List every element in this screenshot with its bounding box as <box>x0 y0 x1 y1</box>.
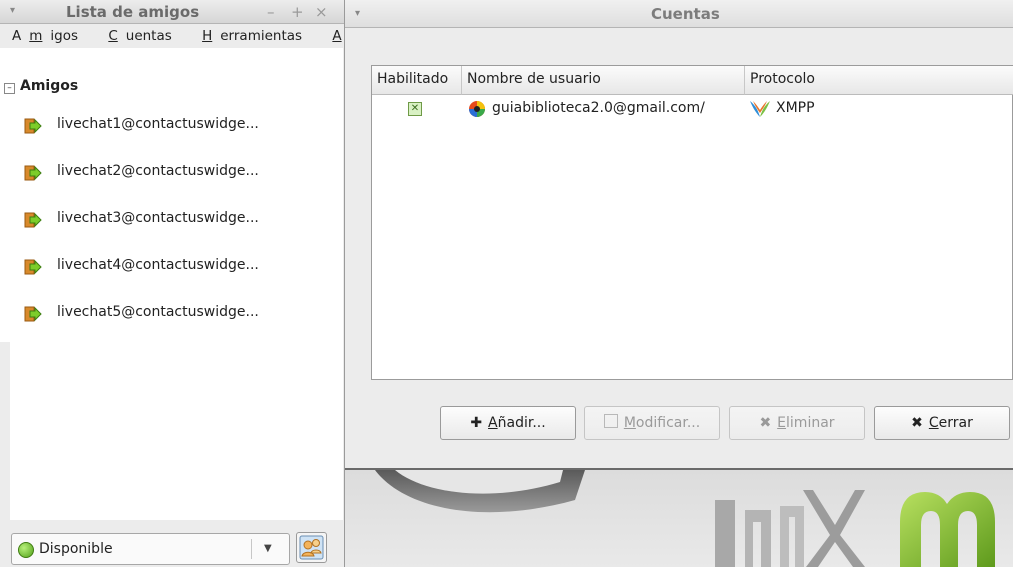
menu-label: uentas <box>125 28 172 44</box>
buddy-row[interactable]: livechat4@contactuswidge... <box>0 254 330 284</box>
column-header-username[interactable]: Nombre de usuario <box>462 66 745 95</box>
account-username: guiabiblioteca2.0@gmail.com/ <box>492 100 705 116</box>
buddy-row[interactable]: livechat2@contactuswidge... <box>0 160 330 190</box>
button-label: ñadir... <box>497 415 546 431</box>
maximize-icon[interactable]: + <box>291 3 304 21</box>
menu-cuentas[interactable]: Cuentas <box>90 24 179 44</box>
button-label: liminar <box>786 415 835 431</box>
dropdown-arrow-icon: ▼ <box>264 543 272 554</box>
button-mnemonic: A <box>488 415 498 431</box>
buddies-icon <box>299 535 324 560</box>
menu-label: erramientas <box>220 28 303 44</box>
menu-herramientas[interactable]: Herramientas <box>184 24 310 44</box>
window-menu-icon[interactable]: ▾ <box>355 8 360 19</box>
accounts-window: ▾ Cuentas Habilitado Nombre de usuario P… <box>345 0 1013 470</box>
close-window-icon[interactable]: × <box>315 3 328 21</box>
buddy-name: livechat4@contactuswidge... <box>57 257 259 273</box>
status-separator <box>251 539 252 559</box>
accounts-titlebar[interactable]: ▾ Cuentas <box>345 0 1013 28</box>
away-arrow-icon <box>24 306 42 322</box>
menu-label <box>188 38 198 40</box>
button-mnemonic: M <box>623 415 636 431</box>
column-header-protocolo[interactable]: Protocolo <box>745 66 1013 95</box>
account-status-icon <box>469 101 485 117</box>
minimize-icon[interactable]: – <box>267 3 275 21</box>
desktop-wallpaper <box>345 470 1013 567</box>
accounts-table[interactable]: Habilitado Nombre de usuario Protocolo ✕… <box>371 65 1013 380</box>
window-menu-icon[interactable]: ▾ <box>10 5 15 16</box>
away-arrow-icon <box>24 212 42 228</box>
buddy-menubar: Amigos Cuentas Herramientas Ayuda <box>0 24 344 46</box>
status-label: Disponible <box>39 541 113 557</box>
close-button[interactable]: ✖ Cerrar <box>874 406 1010 440</box>
buddy-list-empty-area[interactable] <box>10 342 343 520</box>
menu-mnemonic: H <box>202 28 213 44</box>
delete-icon: ✖ <box>759 415 772 431</box>
buddy-row[interactable]: livechat5@contactuswidge... <box>0 301 330 331</box>
buddy-name: livechat2@contactuswidge... <box>57 163 259 179</box>
away-arrow-icon <box>24 165 42 181</box>
column-header-habilitado[interactable]: Habilitado <box>372 66 462 95</box>
menu-mnemonic: A <box>332 28 342 44</box>
delete-button[interactable]: ✖ Eliminar <box>729 406 865 440</box>
add-button[interactable]: ✚ Añadir... <box>440 406 576 440</box>
modify-button[interactable]: Modificar... <box>584 406 720 440</box>
available-status-icon <box>18 542 34 558</box>
enabled-checkbox[interactable]: ✕ <box>408 102 422 116</box>
button-label: odificar... <box>635 415 701 431</box>
buddy-name: livechat1@contactuswidge... <box>57 116 259 132</box>
menu-label: A <box>12 28 22 44</box>
button-mnemonic: C <box>928 415 939 431</box>
buddy-list-window: ▾ Lista de amigos – + × Am igos Cuentas H… <box>0 0 345 567</box>
edit-icon <box>603 414 618 428</box>
status-selector[interactable]: Disponible ▼ <box>11 533 290 565</box>
button-label: errar <box>938 415 973 431</box>
menu-label <box>94 38 104 40</box>
buddy-window-title: Lista de amigos <box>66 3 200 21</box>
menu-mnemonic: m <box>29 28 43 44</box>
linux-mint-wallpaper-logo <box>375 470 995 567</box>
account-protocol: XMPP <box>776 100 815 116</box>
menu-mnemonic: C <box>108 28 118 44</box>
table-row[interactable]: ✕ guiabiblioteca2.0@gmail.com/ XMPP <box>372 95 1012 123</box>
buddy-row[interactable]: livechat1@contactuswidge... <box>0 113 330 143</box>
away-arrow-icon <box>24 118 42 134</box>
buddy-titlebar[interactable]: ▾ Lista de amigos – + × <box>0 0 344 24</box>
buddy-name: livechat3@contactuswidge... <box>57 210 259 226</box>
menu-label: igos <box>50 28 79 44</box>
accounts-window-title: Cuentas <box>651 5 720 23</box>
collapse-toggle-icon[interactable]: – <box>4 83 15 94</box>
buddy-pounce-button[interactable] <box>296 532 327 563</box>
buddy-row[interactable]: livechat3@contactuswidge... <box>0 207 330 237</box>
button-mnemonic: E <box>777 415 787 431</box>
menu-ayuda[interactable]: Ayuda <box>314 24 344 44</box>
away-arrow-icon <box>24 259 42 275</box>
close-icon: ✖ <box>911 415 923 431</box>
plus-icon: ✚ <box>470 415 483 431</box>
xmpp-icon <box>750 101 770 117</box>
buddy-name: livechat5@contactuswidge... <box>57 304 259 320</box>
menu-label <box>318 38 328 40</box>
group-header-amigos: Amigos <box>20 78 79 94</box>
menu-amigos[interactable]: Am igos <box>0 24 86 44</box>
